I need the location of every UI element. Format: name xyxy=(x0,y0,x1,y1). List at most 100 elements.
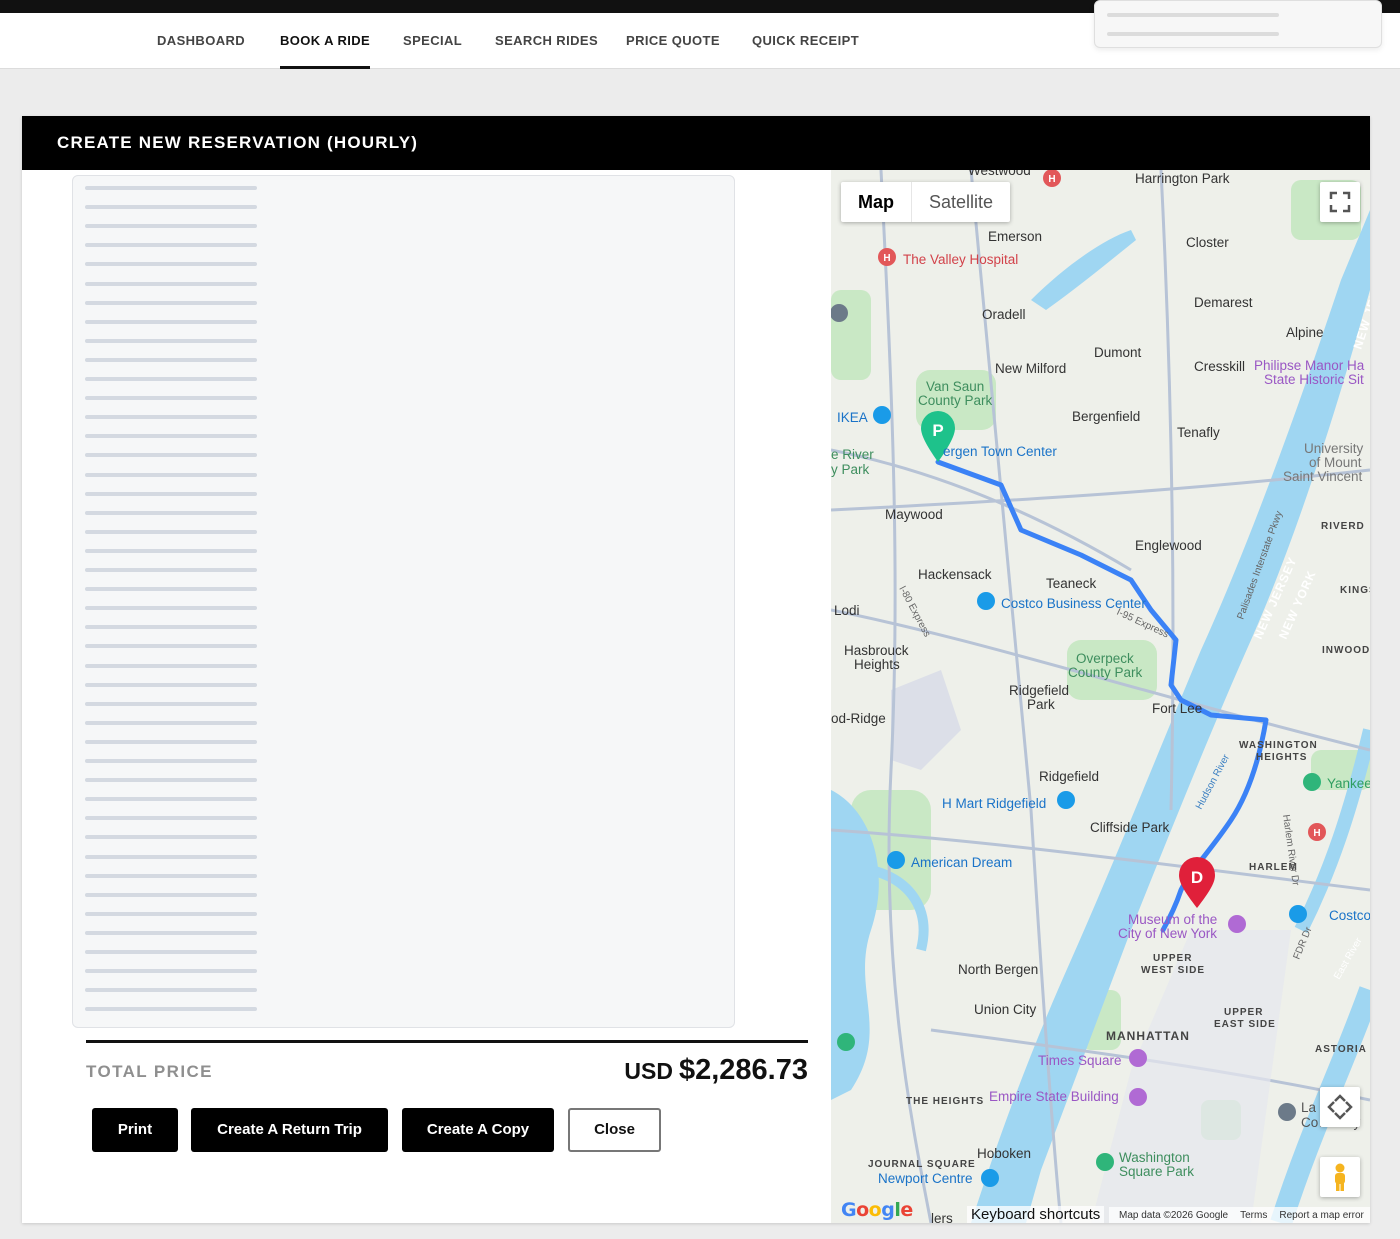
skeleton-line xyxy=(85,548,257,553)
terms-link[interactable]: Terms xyxy=(1240,1210,1267,1221)
svg-text:The Valley Hospital: The Valley Hospital xyxy=(903,252,1018,267)
svg-text:Washington: Washington xyxy=(1119,1150,1190,1165)
map-footer: Google Keyboard shortcuts Map data ©2026… xyxy=(831,1199,1370,1223)
svg-text:Empire State Building: Empire State Building xyxy=(989,1089,1119,1104)
skeleton-line xyxy=(85,854,257,859)
nav-price-quote[interactable]: PRICE QUOTE xyxy=(626,13,720,69)
svg-text:Emerson: Emerson xyxy=(988,229,1042,244)
route-map[interactable]: P D H H H Westwood Harrington Park Emers… xyxy=(831,170,1370,1223)
svg-text:EAST SIDE: EAST SIDE xyxy=(1214,1019,1276,1030)
skeleton-line xyxy=(85,682,257,687)
svg-text:Harrington Park: Harrington Park xyxy=(1135,171,1230,186)
total-amount: $2,286.73 xyxy=(678,1054,808,1086)
skeleton-line xyxy=(1107,13,1279,17)
svg-text:County Park: County Park xyxy=(918,393,993,408)
svg-text:ASTORIA: ASTORIA xyxy=(1315,1044,1367,1055)
svg-text:HEIGHTS: HEIGHTS xyxy=(1256,752,1307,763)
report-map-error-link[interactable]: Report a map error xyxy=(1279,1210,1363,1221)
skeleton-line xyxy=(85,873,257,878)
total-divider xyxy=(86,1040,808,1043)
svg-text:Cresskill: Cresskill xyxy=(1194,359,1245,374)
svg-text:y Park: y Park xyxy=(831,462,870,477)
svg-text:Demarest: Demarest xyxy=(1194,295,1253,310)
skeleton-line xyxy=(85,587,257,592)
svg-text:e River: e River xyxy=(831,447,874,462)
skeleton-line xyxy=(85,262,257,267)
svg-text:Newport Centre: Newport Centre xyxy=(878,1171,973,1186)
svg-text:UPPER: UPPER xyxy=(1224,1007,1263,1018)
skeleton-line xyxy=(85,186,257,190)
svg-text:County Park: County Park xyxy=(1068,665,1143,680)
svg-text:Hoboken: Hoboken xyxy=(977,1146,1031,1161)
skeleton-line xyxy=(85,338,257,343)
nav-dashboard[interactable]: DASHBOARD xyxy=(157,13,245,69)
map-type-toggle: Map Satellite xyxy=(841,182,1011,222)
svg-text:La: La xyxy=(1301,1100,1317,1115)
skeleton-line xyxy=(85,1007,257,1012)
map-canvas[interactable]: P D H H H Westwood Harrington Park Emers… xyxy=(831,170,1370,1223)
skeleton-line xyxy=(85,434,257,439)
street-view-button[interactable] xyxy=(1320,1157,1360,1197)
svg-text:WASHINGTON: WASHINGTON xyxy=(1239,740,1318,751)
camera-control-button[interactable] xyxy=(1320,1087,1360,1127)
total-price-label: TOTAL PRICE xyxy=(86,1062,213,1081)
svg-text:Bergenfield: Bergenfield xyxy=(1072,409,1140,424)
page-title: CREATE NEW RESERVATION (HOURLY) xyxy=(57,133,419,152)
svg-text:Closter: Closter xyxy=(1186,235,1229,250)
card-header: CREATE NEW RESERVATION (HOURLY) xyxy=(22,116,1370,170)
svg-text:THE HEIGHTS: THE HEIGHTS xyxy=(906,1096,984,1107)
skeleton-line xyxy=(85,701,257,706)
svg-text:Lodi: Lodi xyxy=(834,603,860,618)
skeleton-line xyxy=(85,739,257,744)
close-button[interactable]: Close xyxy=(568,1108,661,1152)
reservation-card: CREATE NEW RESERVATION (HOURLY) TOTAL PR… xyxy=(22,116,1370,1223)
svg-text:JOURNAL SQUARE: JOURNAL SQUARE xyxy=(868,1159,976,1170)
nav-search-rides[interactable]: SEARCH RIDES xyxy=(495,13,598,69)
keyboard-shortcuts-link[interactable]: Keyboard shortcuts xyxy=(967,1206,1105,1223)
map-type-satellite[interactable]: Satellite xyxy=(912,182,1010,222)
svg-text:Teaneck: Teaneck xyxy=(1046,576,1097,591)
fullscreen-button[interactable] xyxy=(1320,182,1360,222)
reservation-form-placeholder xyxy=(72,175,735,1028)
svg-text:New Milford: New Milford xyxy=(995,361,1066,376)
svg-text:WEST SIDE: WEST SIDE xyxy=(1141,965,1205,976)
svg-text:IKEA: IKEA xyxy=(837,410,868,425)
svg-text:Maywood: Maywood xyxy=(885,507,943,522)
svg-text:Cliffside Park: Cliffside Park xyxy=(1090,820,1170,835)
skeleton-line xyxy=(85,644,257,649)
svg-text:Fort Lee: Fort Lee xyxy=(1152,701,1202,716)
map-data-credit: Map data ©2026 Google xyxy=(1119,1209,1229,1221)
svg-text:Alpine: Alpine xyxy=(1286,325,1324,340)
map-type-map[interactable]: Map xyxy=(841,182,912,222)
skeleton-line xyxy=(85,969,257,974)
create-copy-button[interactable]: Create A Copy xyxy=(402,1108,554,1152)
skeleton-line xyxy=(85,759,257,763)
user-menu-placeholder[interactable] xyxy=(1094,0,1382,48)
skeleton-line xyxy=(85,892,257,897)
svg-text:Philipse Manor Ha: Philipse Manor Ha xyxy=(1254,358,1365,373)
svg-text:Overpeck: Overpeck xyxy=(1076,651,1134,666)
create-return-trip-button[interactable]: Create A Return Trip xyxy=(191,1108,388,1152)
svg-text:Oradell: Oradell xyxy=(982,307,1026,322)
dropoff-marker-label: D xyxy=(1191,868,1203,887)
svg-text:Square Park: Square Park xyxy=(1119,1164,1194,1179)
skeleton-line xyxy=(85,243,257,248)
skeleton-line xyxy=(1107,32,1279,36)
nav-book-a-ride[interactable]: BOOK A RIDE xyxy=(280,13,371,69)
svg-text:City of New York: City of New York xyxy=(1118,926,1217,941)
fullscreen-icon xyxy=(1329,191,1351,213)
skeleton-line xyxy=(85,510,257,515)
svg-text:Yankee: Yankee xyxy=(1327,776,1370,791)
skeleton-line xyxy=(85,224,257,229)
skeleton-line xyxy=(85,663,257,668)
total-price-value: USD $2,286.73 xyxy=(624,1054,808,1087)
svg-text:Park: Park xyxy=(1027,697,1055,712)
print-button[interactable]: Print xyxy=(92,1108,178,1152)
skeleton-line xyxy=(85,205,257,210)
skeleton-line xyxy=(85,625,257,630)
svg-text:Costco W: Costco W xyxy=(1329,908,1370,923)
nav-special[interactable]: SPECIAL xyxy=(403,13,462,69)
total-currency: USD xyxy=(624,1058,673,1084)
skeleton-line xyxy=(85,377,257,381)
nav-quick-receipt[interactable]: QUICK RECEIPT xyxy=(752,13,859,69)
